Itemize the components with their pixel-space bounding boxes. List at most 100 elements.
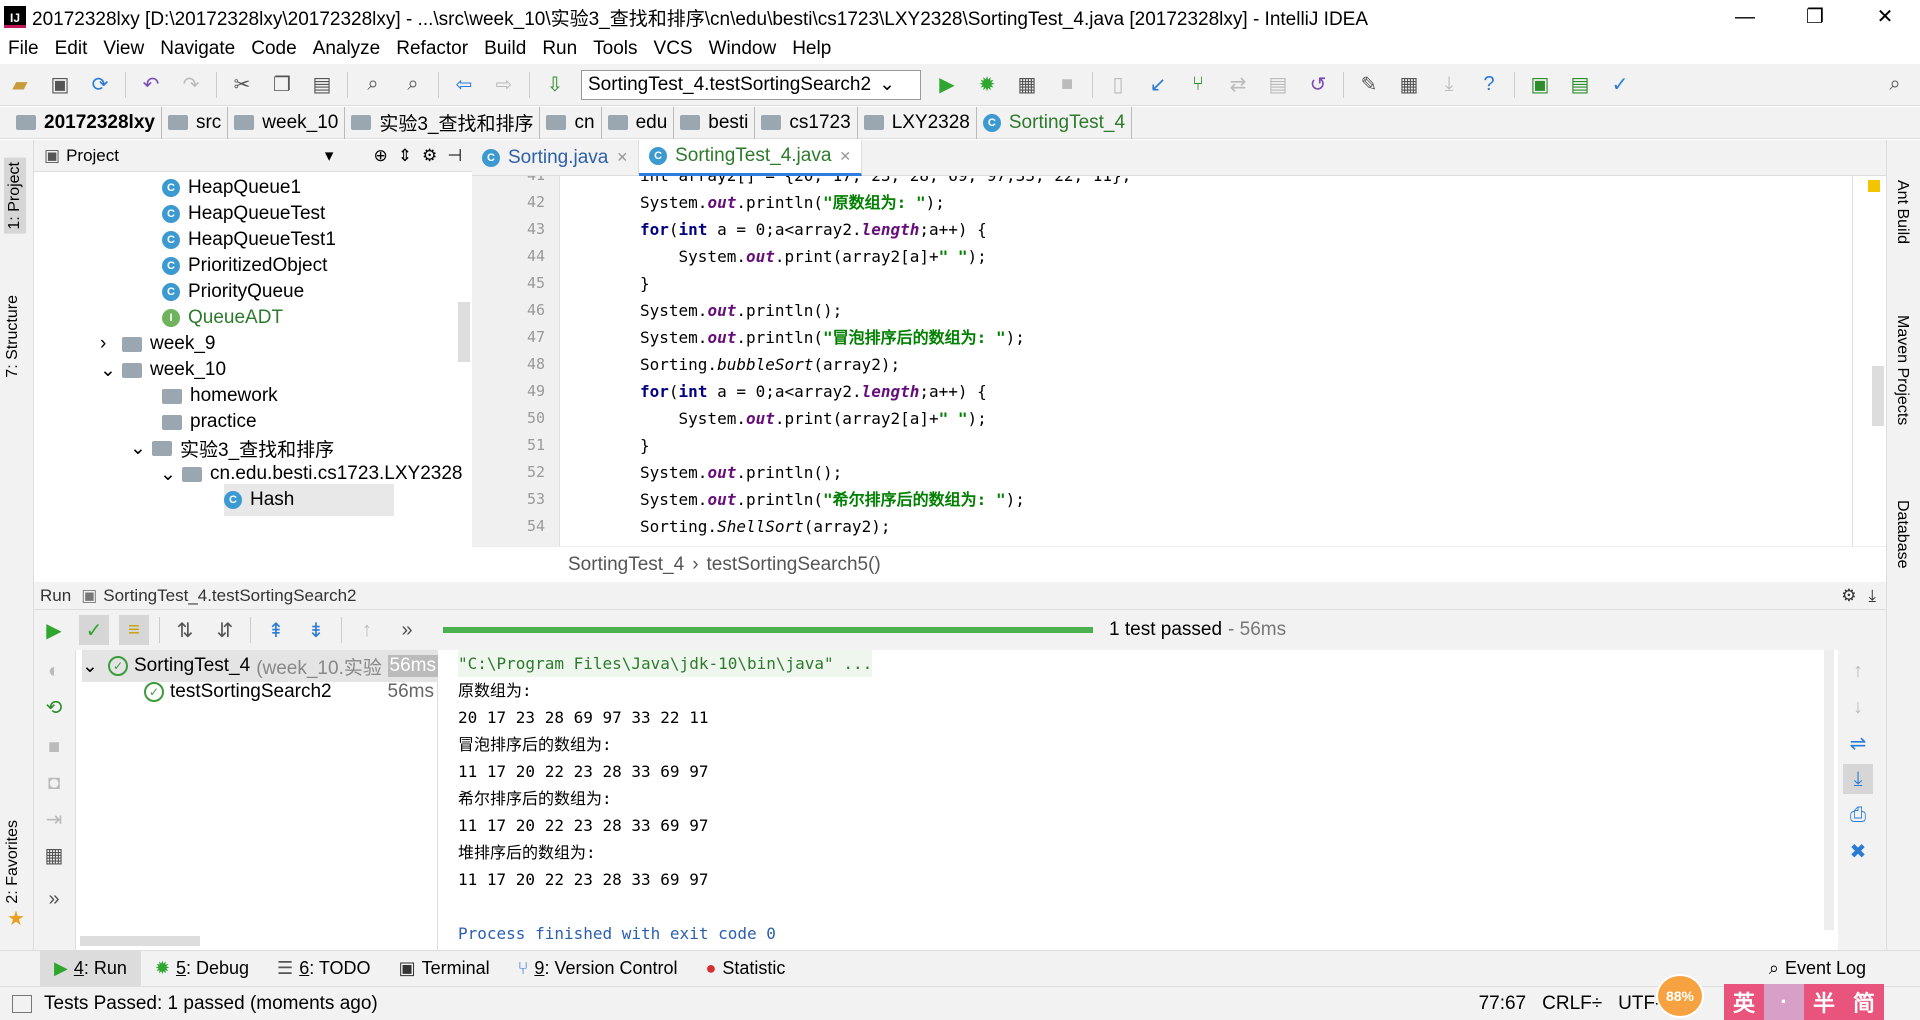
settings-wrench-icon[interactable]: ✎ <box>1354 70 1384 100</box>
ime-half-width[interactable]: 半 <box>1804 984 1844 1020</box>
expand-all-icon[interactable]: ⇞ <box>261 615 291 645</box>
stop-icon[interactable]: ■ <box>1052 70 1082 100</box>
vcs-update-icon[interactable]: ↙ <box>1143 70 1173 100</box>
menu-build[interactable]: Build <box>476 38 534 60</box>
database-tool-tab[interactable]: Database <box>1893 500 1911 569</box>
breadcrumb-week-10[interactable]: week_10 <box>228 106 346 139</box>
structure-tool-tab[interactable]: 7: Structure <box>4 295 22 378</box>
close-icon[interactable]: ✕ <box>616 149 628 166</box>
restore-button[interactable]: ❐ <box>1780 0 1850 34</box>
previous-failed-icon[interactable]: ↑ <box>352 615 382 645</box>
menu-run[interactable]: Run <box>534 38 585 60</box>
gear-icon[interactable]: ⚙ <box>422 146 437 166</box>
ant-build-tool-tab[interactable]: Ant Build <box>1893 180 1911 244</box>
tab-todo[interactable]: ☰ 6: TODO <box>263 951 385 987</box>
chevron-right-icon[interactable]: › <box>100 333 122 355</box>
menu-help[interactable]: Help <box>784 38 839 60</box>
export-icon[interactable]: ⇥ <box>39 804 69 834</box>
screenshot-icon[interactable]: ◘ <box>39 768 69 798</box>
copy-icon[interactable]: ❐ <box>267 70 297 100</box>
locate-icon[interactable]: ⊕ <box>373 146 387 166</box>
tab-debug[interactable]: ✹ 5: Debug <box>141 951 263 987</box>
ime-english[interactable]: 英 <box>1724 984 1764 1020</box>
menu-analyze[interactable]: Analyze <box>305 38 389 60</box>
menu-edit[interactable]: Edit <box>47 38 96 60</box>
project-panel-title[interactable]: Project <box>66 146 119 166</box>
save-icon[interactable]: ▣ <box>45 70 75 100</box>
menu-tools[interactable]: Tools <box>585 38 645 60</box>
editor-scrollbar[interactable] <box>1872 366 1884 426</box>
breadcrumb-class[interactable]: C SortingTest_4 <box>977 106 1133 139</box>
scroll-up-icon[interactable]: ↑ <box>1843 656 1873 686</box>
stop-icon[interactable]: ■ <box>39 732 69 762</box>
ime-dot[interactable]: · <box>1764 984 1804 1020</box>
console-scrollbar[interactable] <box>1824 650 1834 930</box>
warning-stripe-marker[interactable] <box>1868 180 1880 192</box>
sort-alpha-icon[interactable]: ⇅ <box>170 615 200 645</box>
tree-horizontal-scrollbar[interactable] <box>80 936 200 946</box>
chevron-down-icon[interactable]: ⌄ <box>160 463 182 486</box>
more-icon[interactable]: » <box>392 615 422 645</box>
run-configuration-select[interactable]: SortingTest_4.testSortingSearch2 ⌄ <box>581 69 921 100</box>
line-separator[interactable]: CRLF÷ <box>1542 993 1602 1015</box>
replace-icon[interactable]: ⌕ <box>398 70 428 100</box>
scroll-to-end-icon[interactable]: ⤓ <box>1843 764 1873 794</box>
sync-icon[interactable]: ⟳ <box>85 70 115 100</box>
plugin-icon[interactable]: ▣ <box>1525 70 1555 100</box>
chevron-down-icon[interactable]: ⌄ <box>130 437 152 460</box>
maven-projects-tool-tab[interactable]: Maven Projects <box>1893 315 1911 425</box>
help-icon[interactable]: ? <box>1474 70 1504 100</box>
tab-run[interactable]: ▶ 4: Run <box>40 950 141 987</box>
undo-icon[interactable]: ↶ <box>136 70 166 100</box>
collapse-all-icon[interactable]: ⇕ <box>398 146 412 166</box>
menu-window[interactable]: Window <box>701 38 785 60</box>
breadcrumb-edu[interactable]: edu <box>602 106 675 139</box>
vcs-history-icon[interactable]: ▤ <box>1263 70 1293 100</box>
hide-panel-icon[interactable]: ⊣ <box>447 146 462 166</box>
menu-view[interactable]: View <box>95 38 152 60</box>
console-output[interactable]: "C:\Program Files\Java\jdk-10\bin\java" … <box>438 650 1838 950</box>
menu-refactor[interactable]: Refactor <box>388 38 476 60</box>
breadcrumb-cn[interactable]: cn <box>540 106 602 139</box>
breadcrumb-lxy2328[interactable]: LXY2328 <box>858 106 977 139</box>
tree-item-hash[interactable]: C Hash <box>224 484 395 516</box>
back-icon[interactable]: ⇦ <box>449 70 479 100</box>
forward-icon[interactable]: ⇨ <box>489 70 519 100</box>
tree-scrollbar[interactable] <box>458 302 470 362</box>
menu-navigate[interactable]: Navigate <box>152 38 243 60</box>
collapse-all-icon[interactable]: ⇟ <box>301 615 331 645</box>
toggle-auto-test-icon[interactable]: ◐ <box>39 656 69 686</box>
trash-icon[interactable]: ✖ <box>1843 836 1873 866</box>
hide-panel-icon[interactable]: ⤓ <box>1868 586 1876 606</box>
print-icon[interactable]: ⎙ <box>1843 800 1873 830</box>
tab-event-log[interactable]: ⌕ Event Log <box>1755 951 1880 987</box>
test-case-row[interactable]: ✓ testSortingSearch2 56ms <box>144 676 434 708</box>
close-icon[interactable]: ✕ <box>839 148 851 165</box>
vcs-commit-icon[interactable]: ⑂ <box>1183 70 1213 100</box>
ime-simplified[interactable]: 简 <box>1844 984 1884 1020</box>
vcs-revert-icon[interactable]: ↺ <box>1303 70 1333 100</box>
tab-statistic[interactable]: ● Statistic <box>692 951 800 987</box>
favorites-tool-tab[interactable]: 2: Favorites <box>4 820 22 904</box>
minimize-button[interactable]: — <box>1710 0 1780 34</box>
statistic-icon[interactable]: ▤ <box>1565 70 1595 100</box>
paste-icon[interactable]: ▤ <box>307 70 337 100</box>
rerun-icon[interactable]: ▶ <box>39 615 69 645</box>
download-icon[interactable]: ⤓ <box>1434 70 1464 100</box>
redo-icon[interactable]: ↷ <box>176 70 206 100</box>
open-folder-icon[interactable]: ▰ <box>5 70 35 100</box>
breadcrumb-project[interactable]: 20172328lxy <box>10 106 162 139</box>
rerun-failed-icon[interactable]: ⟲ <box>39 692 69 722</box>
caret-position[interactable]: 77:67 <box>1479 993 1527 1015</box>
status-toggle-icon[interactable] <box>12 994 32 1013</box>
breadcrumb-experiment-folder[interactable]: 实验3_查找和排序 <box>345 106 541 139</box>
project-tool-tab[interactable]: 1: Project <box>4 158 26 234</box>
breadcrumb-cs1723[interactable]: cs1723 <box>755 106 858 139</box>
gear-icon[interactable]: ⚙ <box>1841 586 1856 606</box>
search-everywhere-icon[interactable]: ⌕ <box>1880 70 1910 100</box>
sort-duration-icon[interactable]: ⇵ <box>210 615 240 645</box>
chevron-down-icon[interactable]: ▾ <box>325 146 334 166</box>
chevron-down-icon[interactable]: ⌄ <box>100 359 122 382</box>
code-editor[interactable]: 41 42 43 44 45 46 47 48 49 50 51 52 53 5… <box>472 176 1886 546</box>
soft-wrap-icon[interactable]: ⇌ <box>1843 728 1873 758</box>
